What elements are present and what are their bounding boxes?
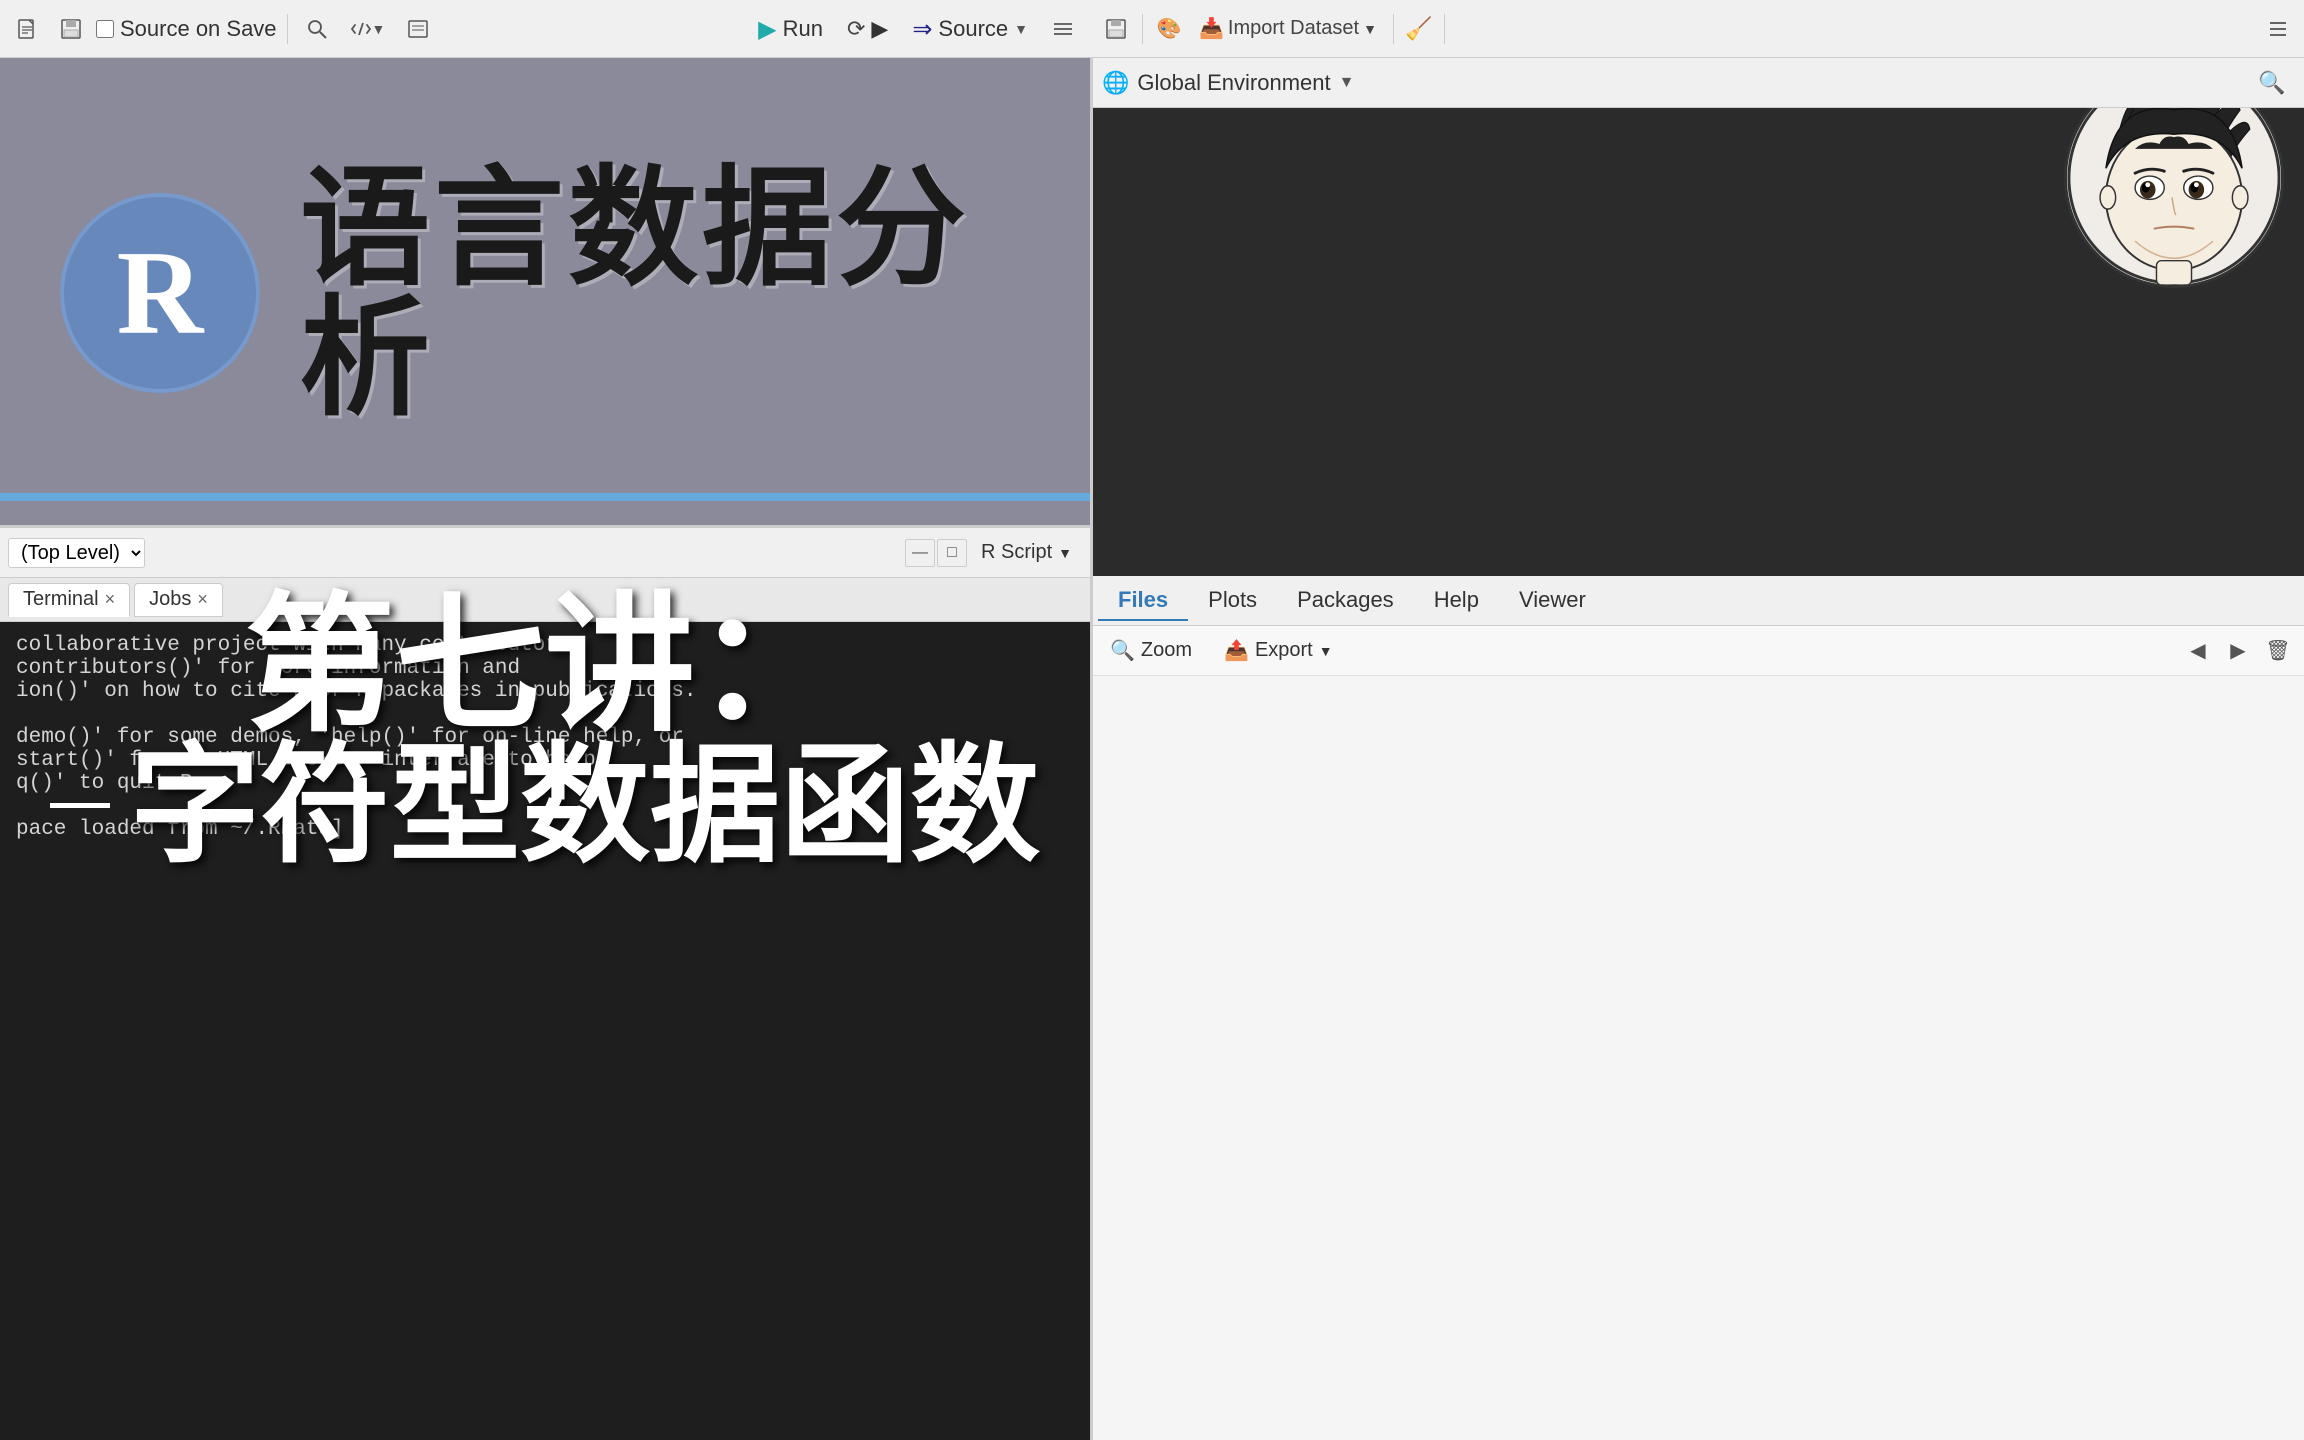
packages-tab[interactable]: Packages xyxy=(1277,581,1414,621)
global-env-icon: 🌐 xyxy=(1102,70,1129,96)
console-line-4 xyxy=(16,703,1074,726)
zoom-icon: 🔍 xyxy=(1110,638,1135,663)
console-toolbar: (Top Level) (Top Level) — □ R Script ▼ xyxy=(0,528,1090,578)
source-on-save-label[interactable]: Source on Save xyxy=(96,16,277,42)
slide-divider xyxy=(0,493,1090,501)
console-line-3: ion()' on how to cite R or R packages in… xyxy=(16,680,1074,703)
clear-env-button[interactable]: 🧹 xyxy=(1402,12,1436,46)
console-line-6: start()' for an HTML browser interface t… xyxy=(16,749,1074,772)
plots-tab[interactable]: Plots xyxy=(1188,581,1277,621)
console-line-7: q()' to quit R. xyxy=(16,772,1074,795)
prev-plot-button[interactable]: ◀ xyxy=(2180,633,2216,669)
console-line-9: pace loaded from ~/.RData] xyxy=(16,818,1074,841)
r-script-dropdown-icon: ▼ xyxy=(1058,545,1072,561)
global-env-label: Global Environment xyxy=(1137,70,1330,96)
source-dropdown-icon: ▼ xyxy=(1014,21,1028,37)
jobs-tab[interactable]: Jobs × xyxy=(134,583,223,617)
console-expand-controls: — □ xyxy=(905,539,967,567)
list-view-button[interactable] xyxy=(2260,11,2296,47)
right-toolbar-sep xyxy=(1142,14,1143,44)
console-line-1: collaborative project with many contribu… xyxy=(16,634,1074,657)
import-dataset-button[interactable]: 📥 Import Dataset ▼ xyxy=(1191,12,1385,46)
console-line-2: contributors()' for more information and xyxy=(16,657,1074,680)
right-sep2 xyxy=(1393,14,1394,44)
slide-title: 语言数据分析 xyxy=(300,163,1030,423)
r-script-button[interactable]: R Script ▼ xyxy=(971,538,1082,568)
export-dropdown-icon: ▼ xyxy=(1319,643,1333,659)
run-arrow-icon: ▶ xyxy=(758,15,776,44)
export-button[interactable]: 📤 Export ▼ xyxy=(1212,634,1345,668)
r-logo: R xyxy=(60,193,260,393)
env-search-button[interactable]: 🔍 xyxy=(2252,68,2292,98)
right-palette-button[interactable]: 🎨 xyxy=(1151,11,1187,47)
terminal-tab[interactable]: Terminal × xyxy=(8,583,130,617)
import-icon: 📥 xyxy=(1199,16,1224,41)
zoom-button[interactable]: 🔍 Zoom xyxy=(1098,634,1204,668)
import-dropdown-icon: ▼ xyxy=(1363,21,1377,37)
source-button[interactable]: ⇒ Source ▼ xyxy=(904,12,1036,46)
pane-divider xyxy=(0,525,1090,528)
save-button[interactable] xyxy=(52,12,90,46)
scope-select[interactable]: (Top Level) xyxy=(8,538,145,568)
source-icon: ⇒ xyxy=(912,15,932,44)
console-line-8 xyxy=(16,795,1074,818)
source-on-save-checkbox[interactable] xyxy=(96,20,114,38)
env-dropdown-icon[interactable]: ▼ xyxy=(1339,74,1355,92)
maximize-console-button[interactable]: □ xyxy=(937,539,967,567)
console-line-5: demo()' for some demos, 'help()' for on-… xyxy=(16,726,1074,749)
console-output: collaborative project with many contribu… xyxy=(0,622,1090,1440)
options-button[interactable] xyxy=(1044,12,1082,46)
toolbar-separator xyxy=(287,14,288,44)
right-panel-toolbar: 🎨 📥 Import Dataset ▼ 🧹 xyxy=(1090,0,2304,58)
delete-plot-button[interactable]: 🗑 xyxy=(2260,633,2296,669)
re-run-button[interactable]: ⟳ ▶ xyxy=(839,12,896,46)
slide-area: R 语言数据分析 xyxy=(0,58,1090,528)
right-sep3 xyxy=(1444,14,1445,44)
code-tools-button[interactable]: ▼ xyxy=(342,12,394,46)
help-tab[interactable]: Help xyxy=(1414,581,1499,621)
close-terminal-icon[interactable]: × xyxy=(105,589,116,610)
right-save-button[interactable] xyxy=(1098,11,1134,47)
search-button[interactable] xyxy=(298,12,336,46)
run-button[interactable]: ▶ Run xyxy=(750,12,831,46)
rerun-arrow-icon: ▶ xyxy=(871,16,888,42)
env-header: 🌐 Global Environment ▼ 🔍 xyxy=(1090,58,2304,108)
files-toolbar: 🔍 Zoom 📤 Export ▼ ◀ ▶ 🗑 xyxy=(1090,626,2304,676)
files-tabs: Files Plots Packages Help Viewer xyxy=(1090,576,2304,626)
new-file-button[interactable] xyxy=(8,12,46,46)
next-plot-button[interactable]: ▶ xyxy=(2220,633,2256,669)
panel-divider xyxy=(1090,58,1093,1440)
files-tab[interactable]: Files xyxy=(1098,581,1188,621)
terminal-tabs: Terminal × Jobs × xyxy=(0,578,1090,622)
viewer-tab[interactable]: Viewer xyxy=(1499,581,1606,621)
export-icon: 📤 xyxy=(1224,638,1249,663)
close-jobs-icon[interactable]: × xyxy=(197,589,208,610)
outline-button[interactable] xyxy=(399,12,437,46)
minimize-console-button[interactable]: — xyxy=(905,539,935,567)
rerun-icon: ⟳ xyxy=(847,16,865,42)
right-main-area xyxy=(1090,676,2304,1440)
